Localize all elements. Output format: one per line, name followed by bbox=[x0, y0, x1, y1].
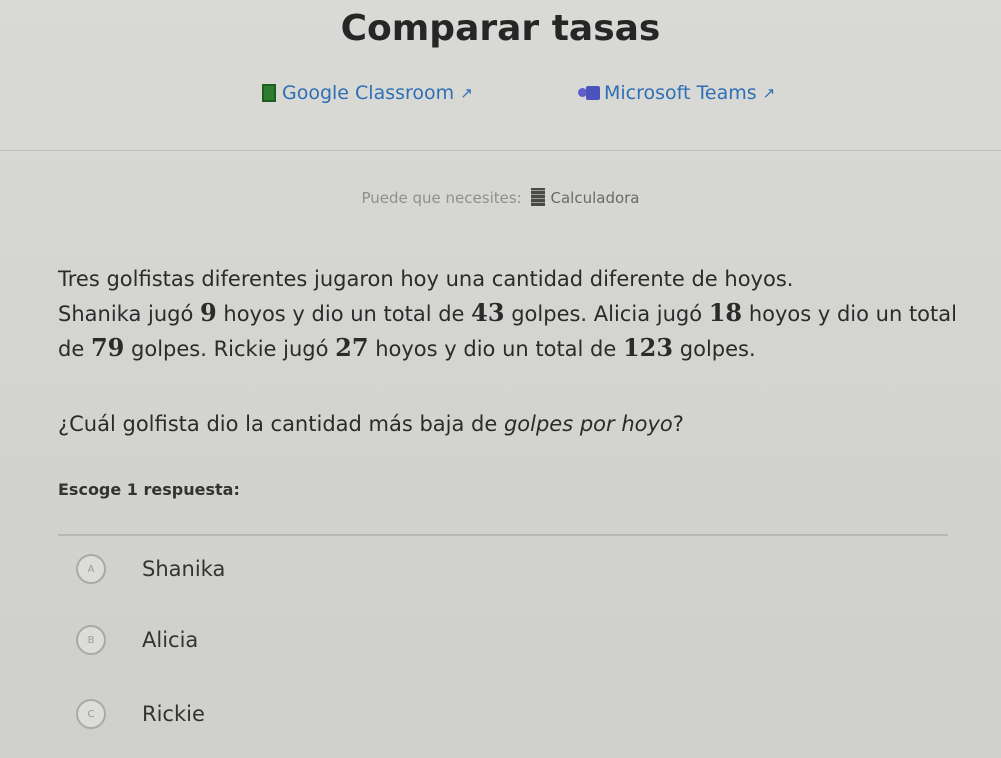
problem-line-1: Tres golfistas diferentes jugaron hoy un… bbox=[58, 267, 794, 291]
question-suffix: ? bbox=[672, 412, 684, 436]
choice-letter-a: A bbox=[76, 554, 106, 584]
google-classroom-link[interactable]: Google Classroom ↗ bbox=[262, 82, 473, 104]
problem-text: golpes. Alicia jugó bbox=[504, 302, 709, 326]
problem-body: Shanika jugó 9 hoyos y dio un total de 4… bbox=[58, 296, 988, 366]
problem-number: 27 bbox=[335, 333, 369, 362]
choices-divider bbox=[58, 534, 948, 536]
external-link-icon: ↗ bbox=[460, 84, 473, 102]
choice-label-b: Alicia bbox=[142, 628, 199, 652]
problem-number: 43 bbox=[471, 298, 505, 327]
microsoft-teams-icon bbox=[578, 84, 600, 102]
problem-text: golpes. Rickie jugó bbox=[124, 337, 336, 361]
google-classroom-icon bbox=[262, 84, 276, 102]
share-row: Google Classroom ↗ Microsoft Teams ↗ bbox=[0, 82, 1001, 114]
calculator-label: Calculadora bbox=[550, 189, 640, 207]
choice-label-a: Shanika bbox=[142, 557, 226, 581]
choice-letter-c: C bbox=[76, 699, 106, 729]
microsoft-teams-label: Microsoft Teams bbox=[604, 82, 757, 104]
calculator-link[interactable]: Calculadora bbox=[527, 188, 640, 207]
header-divider bbox=[0, 150, 1001, 151]
google-classroom-label: Google Classroom bbox=[282, 82, 455, 104]
question-emphasis: golpes por hoyo bbox=[503, 412, 673, 436]
calculator-icon bbox=[530, 188, 545, 206]
problem-statement: Tres golfistas diferentes jugaron hoy un… bbox=[58, 262, 988, 366]
question-text: ¿Cuál golfista dio la cantidad más baja … bbox=[58, 412, 988, 436]
problem-text: golpes. bbox=[673, 337, 756, 361]
choice-letter-b: B bbox=[76, 625, 106, 655]
exercise-page: Comparar tasas Google Classroom ↗ Micros… bbox=[0, 0, 1001, 758]
calculator-prefix: Puede que necesites: bbox=[361, 189, 522, 207]
answer-instruction: Escoge 1 respuesta: bbox=[58, 480, 240, 499]
question-prefix: ¿Cuál golfista dio la cantidad más baja … bbox=[58, 412, 504, 436]
problem-number: 9 bbox=[200, 298, 217, 327]
external-link-icon: ↗ bbox=[762, 84, 776, 102]
microsoft-teams-link[interactable]: Microsoft Teams ↗ bbox=[578, 82, 775, 104]
problem-text: Shanika jugó bbox=[58, 302, 200, 326]
problem-number: 18 bbox=[708, 298, 743, 327]
choice-c[interactable]: C Rickie bbox=[76, 696, 205, 732]
problem-number: 123 bbox=[622, 333, 674, 362]
problem-text: hoyos y dio un total de bbox=[368, 337, 623, 361]
choice-label-c: Rickie bbox=[142, 702, 205, 726]
problem-number: 79 bbox=[90, 333, 125, 362]
page-title: Comparar tasas bbox=[340, 8, 661, 49]
problem-text: hoyos y dio un total de bbox=[216, 302, 472, 326]
choice-a[interactable]: A Shanika bbox=[76, 551, 225, 587]
choice-b[interactable]: B Alicia bbox=[76, 622, 198, 658]
calculator-hint: Puede que necesites: Calculadora bbox=[0, 188, 1001, 207]
